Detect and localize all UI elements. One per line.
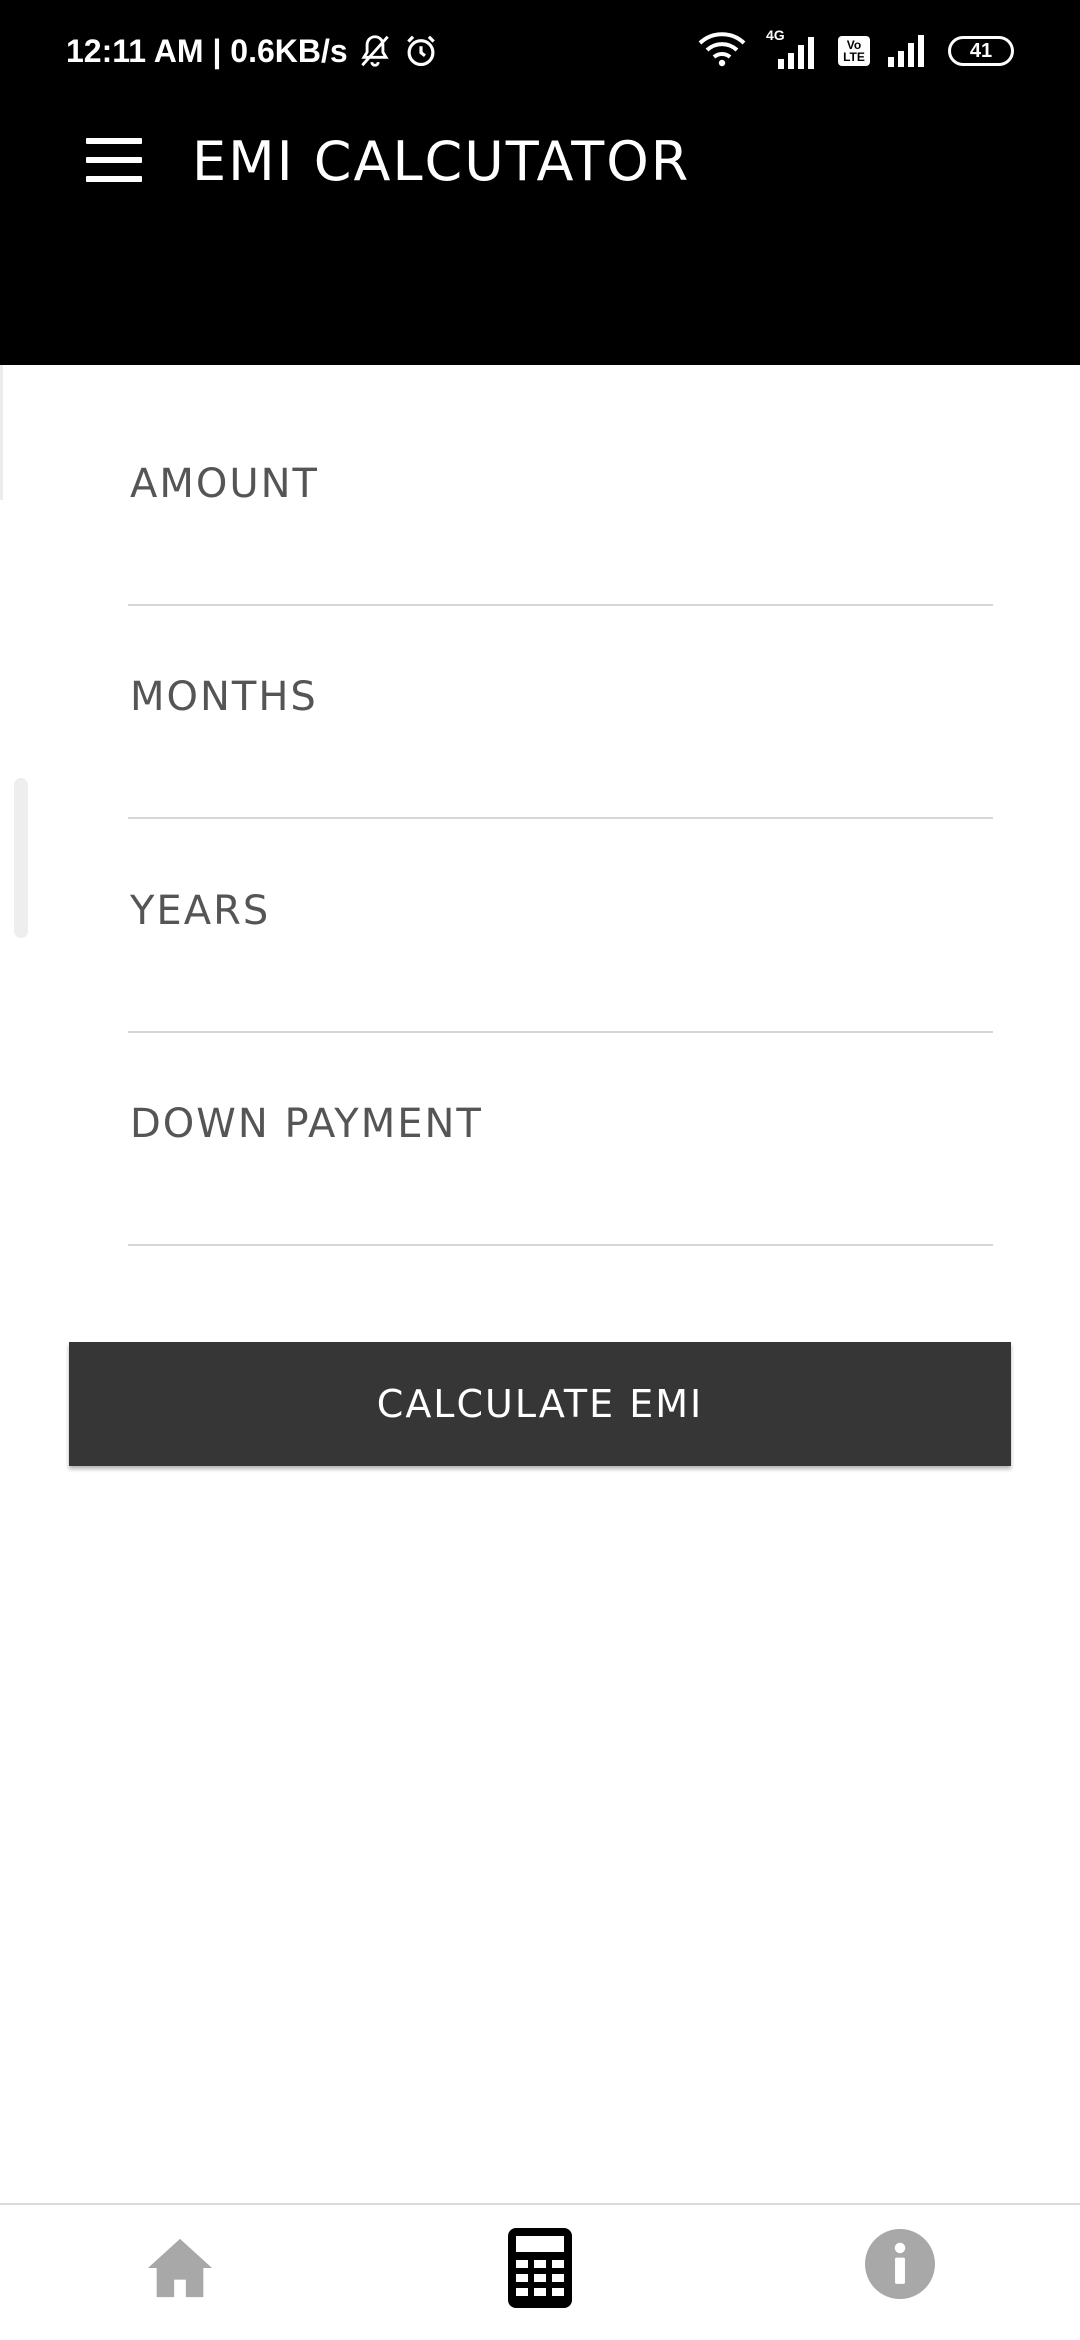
down-payment-input[interactable]	[128, 1158, 993, 1238]
page-title: EMI CALCUTATOR	[192, 130, 691, 193]
status-time-speed: 12:11 AM | 0.6KB/s	[66, 32, 348, 69]
signal-4g-icon: 4G	[762, 27, 822, 69]
nav-home[interactable]	[80, 2205, 280, 2340]
years-field[interactable]: YEARS	[128, 820, 993, 1033]
nav-info[interactable]	[800, 2205, 1000, 2340]
app-bar: EMI CALCUTATOR	[0, 100, 1080, 365]
volte-bottom: LTE	[843, 50, 865, 64]
status-right: 4G Vo LTE 41	[698, 27, 1014, 72]
info-icon	[865, 2229, 935, 2299]
bottom-navigation	[0, 2203, 1080, 2340]
scrollbar[interactable]	[14, 778, 28, 938]
amount-label: AMOUNT	[130, 461, 319, 507]
status-bar: 12:11 AM | 0.6KB/s 4G Vo LTE 41	[0, 0, 1080, 100]
hamburger-menu-icon[interactable]	[86, 138, 142, 182]
volte-icon: Vo LTE	[838, 36, 870, 66]
signal-icon	[886, 31, 932, 72]
down-payment-label: DOWN PAYMENT	[130, 1101, 483, 1147]
status-left: 12:11 AM | 0.6KB/s	[66, 30, 440, 72]
months-label: MONTHS	[130, 674, 318, 720]
years-input[interactable]	[128, 945, 993, 1025]
bell-muted-icon	[356, 32, 394, 70]
alarm-icon	[402, 32, 440, 70]
amount-field[interactable]: AMOUNT	[128, 393, 993, 606]
battery-level: 41	[969, 39, 993, 62]
months-field[interactable]: MONTHS	[128, 606, 993, 819]
down-payment-field[interactable]: DOWN PAYMENT	[128, 1033, 993, 1246]
wifi-icon	[698, 31, 746, 72]
years-label: YEARS	[130, 888, 271, 934]
months-input[interactable]	[128, 731, 993, 811]
battery-icon: 41	[948, 36, 1014, 66]
calculate-emi-button[interactable]: CALCULATE EMI	[69, 1342, 1011, 1466]
left-edge-divider	[0, 365, 3, 500]
nav-calculator[interactable]	[440, 2205, 640, 2340]
amount-input[interactable]	[128, 518, 993, 598]
calculator-icon	[508, 2228, 572, 2308]
home-icon	[147, 2238, 213, 2298]
